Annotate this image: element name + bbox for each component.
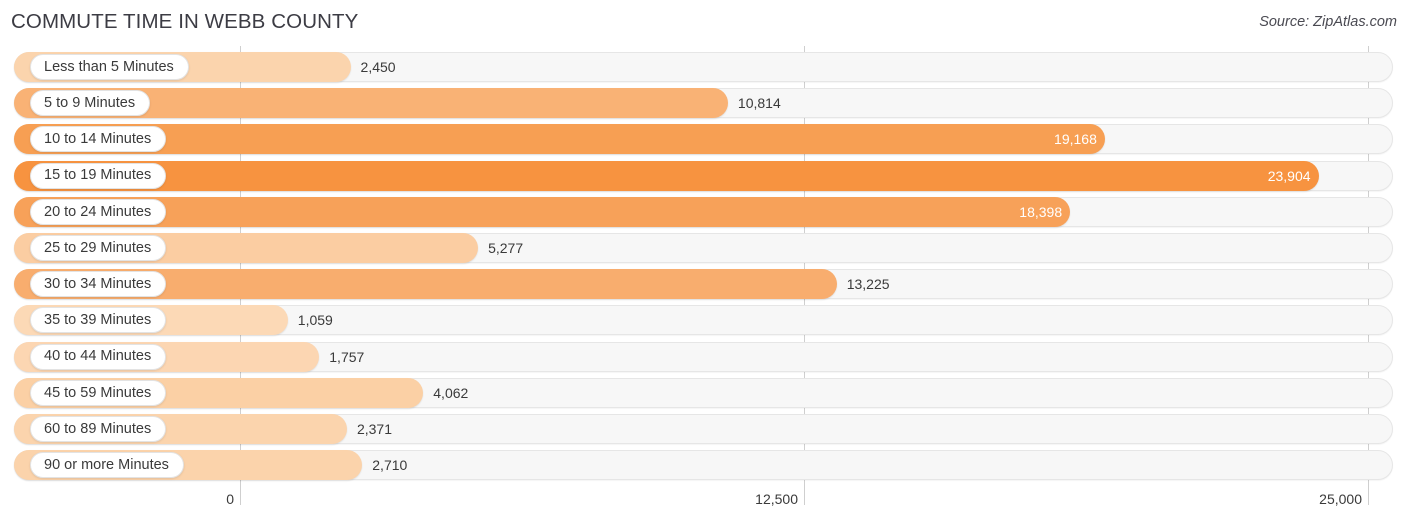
- bar-value-label: 2,710: [372, 457, 408, 474]
- category-label: 30 to 34 Minutes: [44, 275, 152, 292]
- category-label: 15 to 19 Minutes: [44, 167, 152, 184]
- bar[interactable]: [14, 196, 1071, 227]
- category-label: Less than 5 Minutes: [44, 58, 174, 75]
- bar-value-label: 2,371: [356, 421, 393, 437]
- category-label: 90 or more Minutes: [44, 456, 169, 473]
- category-label-pill: 90 or more Minutes: [30, 452, 184, 479]
- bar-value-label: 4,062: [433, 384, 469, 401]
- bar-value-label: 13,225: [846, 276, 890, 293]
- category-label: 45 to 59 Minutes: [44, 384, 152, 401]
- category-label-pill: 15 to 19 Minutes: [30, 162, 167, 189]
- chart-row: 10 to 14 Minutes 19,168: [0, 124, 1406, 155]
- bar-value-label: 19,168: [1054, 131, 1097, 148]
- chart-plot-area: Less than 5 Minutes 2,450 5 to 9 Minutes 10…: [0, 46, 1406, 486]
- axis-tick-label: 0: [226, 491, 234, 507]
- category-label-pill: 60 to 89 Minutes: [30, 416, 167, 442]
- category-label: 10 to 14 Minutes: [44, 131, 152, 148]
- category-label: 5 to 9 Minutes: [44, 94, 136, 111]
- category-label-pill: 10 to 14 Minutes: [30, 126, 167, 153]
- axis-tick-label: 25,000: [1319, 491, 1362, 507]
- chart-row: 60 to 89 Minutes 2,371: [0, 414, 1406, 444]
- category-label: 35 to 39 Minutes: [44, 312, 152, 329]
- bar-value-label: 2,450: [360, 59, 396, 75]
- chart-row: 5 to 9 Minutes 10,814: [0, 88, 1406, 119]
- category-label-pill: 40 to 44 Minutes: [30, 343, 167, 370]
- category-label: 60 to 89 Minutes: [44, 420, 152, 437]
- chart-row: 25 to 29 Minutes 5,277: [0, 233, 1406, 263]
- chart-header: COMMUTE TIME IN WEBB COUNTY Source: ZipA…: [0, 0, 1406, 44]
- bar-value-label: 23,904: [1267, 167, 1311, 184]
- bar[interactable]: [14, 160, 1319, 191]
- category-label-pill: 25 to 29 Minutes: [30, 235, 167, 261]
- category-label-pill: 35 to 39 Minutes: [30, 307, 167, 334]
- bar-value-label: 1,059: [297, 312, 333, 329]
- bar-value-label: 1,757: [329, 348, 365, 365]
- x-axis: 0 12,500 25,000: [0, 486, 1406, 523]
- chart-row: 45 to 59 Minutes 4,062: [0, 377, 1406, 408]
- chart-row: 40 to 44 Minutes 1,757: [0, 341, 1406, 372]
- chart-row: Less than 5 Minutes 2,450: [0, 52, 1406, 82]
- bar[interactable]: [14, 124, 1105, 155]
- page-title: COMMUTE TIME IN WEBB COUNTY: [11, 10, 359, 33]
- chart-row: 35 to 39 Minutes 1,059: [0, 305, 1406, 336]
- category-label-pill: Less than 5 Minutes: [30, 54, 189, 80]
- bar-value-label: 18,398: [1019, 203, 1063, 220]
- axis-tick-label: 12,500: [755, 491, 798, 507]
- source-attribution: Source: ZipAtlas.com: [1259, 14, 1397, 30]
- bar-value-label: 5,277: [488, 240, 524, 256]
- bar-value-label: 10,814: [737, 95, 781, 112]
- category-label-pill: 20 to 24 Minutes: [30, 198, 167, 225]
- category-label-pill: 45 to 59 Minutes: [30, 379, 167, 406]
- category-label-pill: 5 to 9 Minutes: [30, 90, 151, 117]
- category-label: 20 to 24 Minutes: [44, 203, 152, 220]
- chart-row: 15 to 19 Minutes 23,904: [0, 160, 1406, 191]
- category-label-pill: 30 to 34 Minutes: [30, 271, 167, 298]
- chart-row: 30 to 34 Minutes 13,225: [0, 269, 1406, 300]
- chart-row: 90 or more Minutes 2,710: [0, 450, 1406, 481]
- category-label: 40 to 44 Minutes: [44, 348, 152, 365]
- category-label: 25 to 29 Minutes: [44, 239, 152, 256]
- chart-row: 20 to 24 Minutes 18,398: [0, 196, 1406, 227]
